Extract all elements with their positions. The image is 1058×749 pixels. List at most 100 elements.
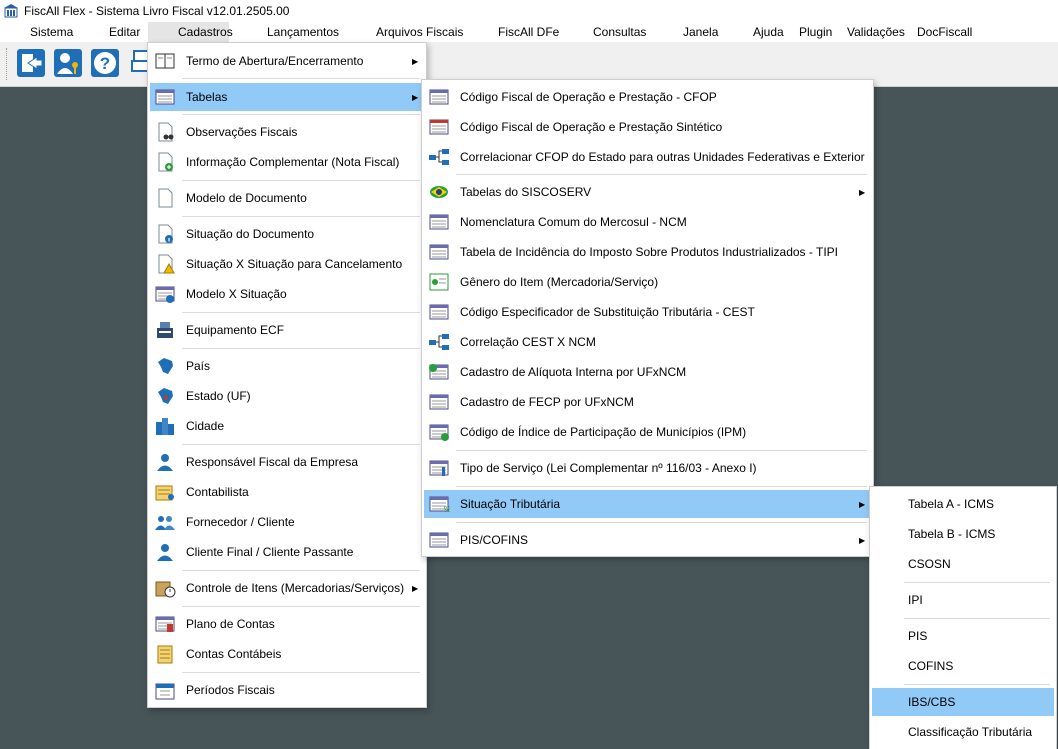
situacao-item-classificacao-tributaria[interactable]: Classificação Tributária (872, 718, 1054, 746)
brazil-state-map-icon (154, 386, 176, 406)
tabelas-item-pis-cofins[interactable]: PIS/COFINS ▶ (424, 526, 871, 554)
cadastros-item-responsavel-fiscal-da-empresa[interactable]: Responsável Fiscal da Empresa (150, 448, 424, 476)
menu-editar[interactable]: Editar (103, 22, 146, 42)
menu-item-label: Código Fiscal de Operação e Prestação - … (460, 90, 717, 104)
situacao-item-ipi[interactable]: IPI (872, 586, 1054, 614)
siscoserv-icon (428, 182, 450, 202)
app-building-icon (4, 4, 18, 18)
menu-item-label: Situação do Documento (186, 227, 315, 241)
tabelas-item-tabela-de-incidencia-do-imposto-sobre-produtos-industrializados-tipi[interactable]: Tabela de Incidência do Imposto Sobre Pr… (424, 238, 871, 266)
cadastros-item-observacoes-fiscais[interactable]: Observações Fiscais (150, 118, 424, 146)
exit-icon (17, 49, 45, 77)
tabelas-item-codigo-especificador-de-substituicao-tributaria-cest[interactable]: Código Especificador de Substituição Tri… (424, 298, 871, 326)
tabelas-item-codigo-de-indice-de-participacao-de-municipios-ipm[interactable]: Código de Índice de Participação de Muni… (424, 418, 871, 446)
tabelas-item-codigo-fiscal-de-operacao-e-prestacao-cfop[interactable]: Código Fiscal de Operação e Prestação - … (424, 83, 871, 111)
menu-docfiscall[interactable]: DocFiscall (911, 22, 978, 42)
cadastros-item-modelo-x-situacao[interactable]: Modelo X Situação (150, 280, 424, 308)
menu-separator (182, 348, 420, 349)
box-clock-icon (154, 578, 176, 598)
user-icon (154, 542, 176, 562)
calendar-icon (154, 680, 176, 700)
help-button[interactable]: ? (88, 46, 122, 80)
situacao-item-cofins[interactable]: COFINS (872, 652, 1054, 680)
cadastros-item-contas-contabeis[interactable]: Contas Contábeis (150, 640, 424, 668)
menu-separator (182, 180, 420, 181)
city-buildings-icon (154, 416, 176, 436)
menu-item-label: Código de Índice de Participação de Muni… (460, 425, 747, 439)
menu-janela[interactable]: Janela (677, 22, 724, 42)
tabelas-item-correlacao-cest-x-ncm[interactable]: Correlação CEST X NCM (424, 328, 871, 356)
fecp-table-icon (428, 392, 450, 412)
menu-ajuda[interactable]: Ajuda (747, 22, 790, 42)
menu-sistema[interactable]: Sistema (24, 22, 79, 42)
accountant-icon (154, 482, 176, 502)
situacao-item-pis[interactable]: PIS (872, 622, 1054, 650)
menu-item-label: Nomenclatura Comum do Mercosul - NCM (460, 215, 687, 229)
menu-separator (456, 174, 867, 175)
menu-item-label: PIS/COFINS (460, 533, 529, 547)
toolbar-grip[interactable] (6, 48, 10, 80)
menu-separator (182, 606, 420, 607)
menu-item-label: Tabela de Incidência do Imposto Sobre Pr… (460, 245, 838, 259)
accounts-ledger-icon (154, 644, 176, 664)
situacao-item-ibs-cbs[interactable]: IBS/CBS (872, 688, 1054, 716)
cadastros-item-informacao-complementar-nota-fiscal[interactable]: Informação Complementar (Nota Fiscal) (150, 148, 424, 176)
tabelas-item-genero-do-item-mercadoria-servico[interactable]: Gênero do Item (Mercadoria/Serviço) (424, 268, 871, 296)
cadastros-item-modelo-de-documento[interactable]: Modelo de Documento (150, 184, 424, 212)
situacao-item-tabela-a-icms[interactable]: Tabela A - ICMS (872, 490, 1054, 518)
menu-arquivos-fiscais[interactable]: Arquivos Fiscais (370, 22, 469, 42)
menu-plugin[interactable]: Plugin (793, 22, 838, 42)
menu-item-label: Contabilista (186, 485, 249, 499)
menu-item-label: Situação Tributária (460, 497, 561, 511)
menu-item-label: Tabela B - ICMS (908, 527, 996, 541)
aliquota-table-icon (428, 362, 450, 382)
menu-cadastros[interactable]: Cadastros (148, 22, 233, 42)
menu-item-label: Estado (UF) (186, 389, 251, 403)
tipi-table-icon (428, 242, 450, 262)
menu-separator (182, 78, 420, 79)
users-group-icon (154, 512, 176, 532)
situacao-item-csosn[interactable]: CSOSN (872, 550, 1054, 578)
tabelas-item-situacao-tributaria[interactable]: % Situação Tributária ▶ (424, 490, 871, 518)
menu-item-label: Termo de Abertura/Encerramento (186, 54, 364, 68)
cadastros-item-pais[interactable]: País (150, 352, 424, 380)
cadastros-item-situacao-do-documento[interactable]: Situação do Documento (150, 220, 424, 248)
exit-button[interactable] (14, 46, 48, 80)
cadastros-item-cidade[interactable]: Cidade (150, 412, 424, 440)
cadastros-item-tabelas[interactable]: Tabelas ▶ (150, 83, 424, 111)
submenu-arrow-icon: ▶ (859, 187, 866, 197)
menu-item-label: Contas Contábeis (186, 647, 282, 661)
menu-item-label: Correlacionar CFOP do Estado para outras… (460, 150, 865, 164)
tabelas-item-tipo-de-servico-lei-complementar-n-116-03-anexo-i[interactable]: Tipo de Serviço (Lei Complementar nº 116… (424, 454, 871, 482)
tabelas-item-nomenclatura-comum-do-mercosul-ncm[interactable]: Nomenclatura Comum do Mercosul - NCM (424, 208, 871, 236)
cadastros-item-plano-de-contas[interactable]: Plano de Contas (150, 610, 424, 638)
menu-fiscall-dfe[interactable]: FiscAll DFe (492, 22, 565, 42)
cadastros-item-estado-uf[interactable]: Estado (UF) (150, 382, 424, 410)
tabelas-item-codigo-fiscal-de-operacao-e-prestacao-sintetico[interactable]: Código Fiscal de Operação e Prestação Si… (424, 113, 871, 141)
menu-validacoes[interactable]: Validações (841, 22, 911, 42)
book-icon (154, 51, 176, 71)
menu-item-label: Classificação Tributária (908, 725, 1033, 739)
menu-consultas[interactable]: Consultas (587, 22, 652, 42)
tabelas-item-cadastro-de-fecp-por-ufxncm[interactable]: Cadastro de FECP por UFxNCM (424, 388, 871, 416)
users-permissions-button[interactable] (51, 46, 85, 80)
cadastros-item-termo-de-abertura-encerramento[interactable]: Termo de Abertura/Encerramento ▶ (150, 47, 424, 75)
cadastros-item-situacao-x-situacao-para-cancelamento[interactable]: Situação X Situação para Cancelamento (150, 250, 424, 278)
menu-lancamentos[interactable]: Lançamentos (261, 22, 345, 42)
pis-cofins-table-icon (428, 530, 450, 550)
submenu-arrow-icon: ▶ (412, 583, 419, 593)
cadastros-item-cliente-final-cliente-passante[interactable]: Cliente Final / Cliente Passante (150, 538, 424, 566)
cadastros-menu: Termo de Abertura/Encerramento ▶ Tabelas ▶ O… (147, 42, 427, 708)
cadastros-item-periodos-fiscais[interactable]: Períodos Fiscais (150, 676, 424, 704)
cadastros-item-contabilista[interactable]: Contabilista (150, 478, 424, 506)
document-warning-icon (154, 254, 176, 274)
ipm-table-add-icon (428, 422, 450, 442)
cadastros-item-fornecedor-cliente[interactable]: Fornecedor / Cliente (150, 508, 424, 536)
situacao-item-tabela-b-icms[interactable]: Tabela B - ICMS (872, 520, 1054, 548)
tabelas-item-tabelas-do-siscoserv[interactable]: Tabelas do SISCOSERV ▶ (424, 178, 871, 206)
cadastros-item-controle-de-itens-mercadorias-servicos[interactable]: Controle de Itens (Mercadorias/Serviços)… (150, 574, 424, 602)
cadastros-item-equipamento-ecf[interactable]: Equipamento ECF (150, 316, 424, 344)
tabelas-item-cadastro-de-aliquota-interna-por-ufxncm[interactable]: Cadastro de Alíquota Interna por UFxNCM (424, 358, 871, 386)
tabelas-item-correlacionar-cfop-do-estado-para-outras-unidades-federativas-e-exterior[interactable]: Correlacionar CFOP do Estado para outras… (424, 143, 871, 171)
menu-item-label: PIS (908, 629, 928, 643)
